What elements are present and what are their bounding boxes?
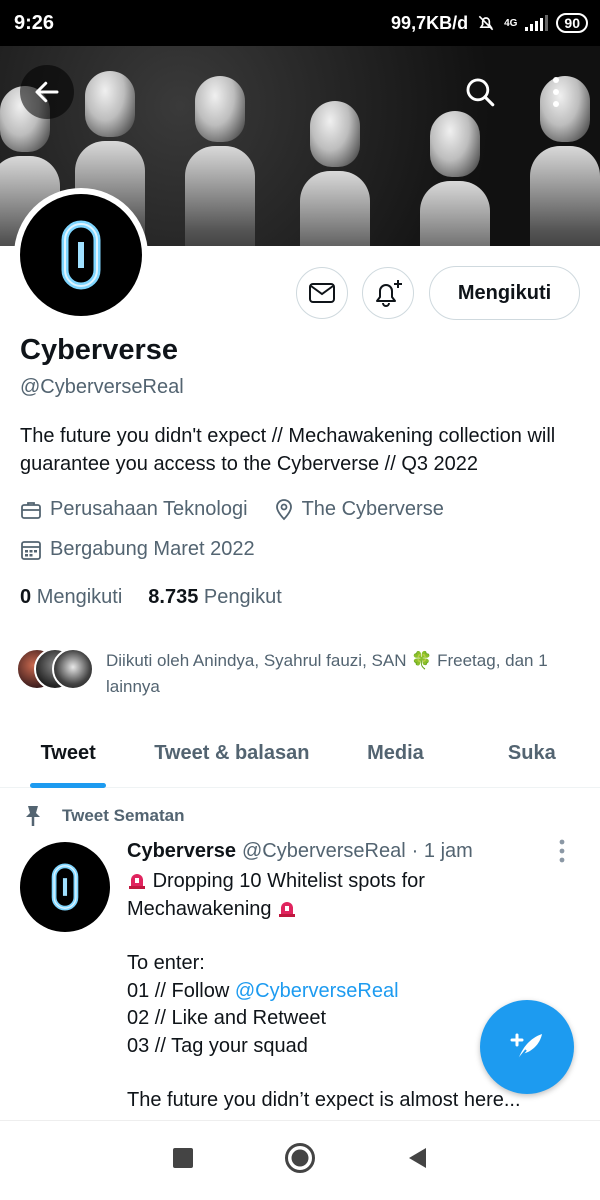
banner-figure	[420, 111, 490, 246]
network-type: 4G	[504, 17, 518, 29]
tab-likes[interactable]: Suka	[464, 720, 600, 787]
square-icon	[173, 1148, 193, 1168]
arrow-left-icon	[35, 81, 59, 103]
status-bar: 9:26 99,7KB/d 4G 90	[0, 0, 600, 46]
avatar-logo	[20, 194, 142, 316]
followers-count: 8.735	[148, 586, 199, 608]
system-nav-bar	[0, 1120, 600, 1200]
tweet-author-name[interactable]: Cyberverse	[127, 840, 236, 863]
chain-link-logo-icon	[51, 863, 79, 911]
profile-location: The Cyberverse	[274, 498, 444, 521]
followers-count-link[interactable]: 8.735 Pengikut	[148, 586, 281, 609]
follower-avatars	[16, 648, 96, 692]
profile-joined: Bergabung Maret 2022	[20, 538, 271, 561]
recent-apps-button[interactable]	[172, 1147, 194, 1174]
location-label: The Cyberverse	[301, 498, 444, 520]
profile-avatar[interactable]	[14, 188, 148, 322]
pin-icon	[26, 806, 40, 826]
siren-emoji-icon	[279, 901, 296, 917]
mute-bell-icon	[478, 15, 494, 31]
followed-by-text: Diikuti oleh Anindya, Syahrul fauzi, SAN…	[106, 651, 548, 696]
tab-tweets-replies[interactable]: Tweet & balasan	[136, 720, 327, 787]
search-button[interactable]	[460, 72, 500, 112]
following-label: Mengikuti	[36, 586, 123, 608]
message-button[interactable]	[296, 267, 348, 319]
battery-indicator: 90	[556, 13, 588, 33]
envelope-icon	[309, 283, 335, 303]
calendar-icon	[21, 540, 41, 560]
banner-figure	[300, 101, 370, 246]
tweet-author-handle[interactable]: @CyberverseReal	[242, 840, 406, 863]
profile-tabs: Tweet Tweet & balasan Media Suka	[0, 720, 600, 788]
banner-figure	[185, 76, 255, 246]
pinned-label: Tweet Sematan	[62, 806, 185, 825]
follower-avatar	[52, 648, 94, 690]
tweet-more-button[interactable]	[558, 838, 566, 869]
compose-feather-icon	[510, 1033, 542, 1061]
profile-category: Perusahaan Teknologi	[20, 498, 248, 521]
back-button[interactable]	[20, 65, 74, 119]
compose-tweet-button[interactable]	[480, 1000, 574, 1094]
tweet-line-1: Dropping 10 Whitelist spots for Mechawak…	[127, 870, 425, 920]
tweet-line-3: 01 // Follow @CyberverseReal	[127, 978, 567, 1006]
category-label: Perusahaan Teknologi	[50, 498, 248, 520]
tweet-avatar-logo	[20, 842, 110, 932]
following-button[interactable]: Mengikuti	[429, 266, 580, 320]
tweet-author-avatar[interactable]	[20, 842, 110, 932]
siren-emoji-icon	[129, 874, 145, 889]
mention-link[interactable]: @CyberverseReal	[235, 980, 399, 1002]
back-nav-button[interactable]	[406, 1146, 428, 1175]
tweet-line-2: To enter:	[127, 952, 205, 974]
circle-home-icon	[285, 1143, 315, 1173]
status-right: 99,7KB/d 4G 90	[391, 13, 588, 34]
location-pin-icon	[275, 498, 292, 520]
more-vertical-icon	[553, 77, 559, 107]
tweet-line-3-prefix: 01 // Follow	[127, 979, 235, 1002]
profile-name: Cyberverse	[20, 334, 178, 366]
bell-plus-icon	[376, 280, 402, 307]
follow-counts: 0 Mengikuti 8.735 Pengikut	[20, 586, 282, 609]
profile-bio: The future you didn't expect // Mechawak…	[20, 425, 556, 475]
status-time: 9:26	[14, 11, 55, 34]
joined-item: Bergabung Maret 2022	[20, 538, 255, 561]
search-icon	[466, 78, 495, 107]
following-count: 0	[20, 586, 32, 608]
tweet-header: Cyberverse @CyberverseReal · 1 jam	[127, 840, 473, 863]
tweet-line-6: The future you didn’t expect is almost h…	[127, 1089, 521, 1111]
chain-link-logo-icon	[61, 220, 101, 290]
signal-icon	[525, 15, 549, 31]
profile-handle: @CyberverseReal	[20, 376, 184, 398]
home-button[interactable]	[284, 1142, 316, 1179]
more-vertical-icon	[559, 839, 565, 863]
tweet-line: Dropping 10 Whitelist spots for Mechawak…	[127, 868, 567, 923]
followed-by-row[interactable]: Diikuti oleh Anindya, Syahrul fauzi, SAN…	[16, 648, 576, 700]
joined-label: Bergabung Maret 2022	[50, 538, 255, 560]
tweet-time[interactable]: · 1 jam	[412, 840, 473, 863]
briefcase-icon	[21, 501, 41, 519]
tab-media[interactable]: Media	[327, 720, 463, 787]
profile-meta-row: Perusahaan Teknologi The Cyberverse	[20, 498, 460, 521]
network-speed: 99,7KB/d	[391, 12, 469, 33]
notify-button[interactable]	[362, 267, 414, 319]
following-count-link[interactable]: 0 Mengikuti	[20, 586, 122, 609]
more-options-button[interactable]	[544, 72, 568, 112]
followers-label: Pengikut	[203, 586, 282, 608]
triangle-back-icon	[409, 1148, 426, 1168]
pinned-indicator: Tweet Sematan	[22, 804, 185, 828]
tab-tweet[interactable]: Tweet	[0, 720, 136, 787]
